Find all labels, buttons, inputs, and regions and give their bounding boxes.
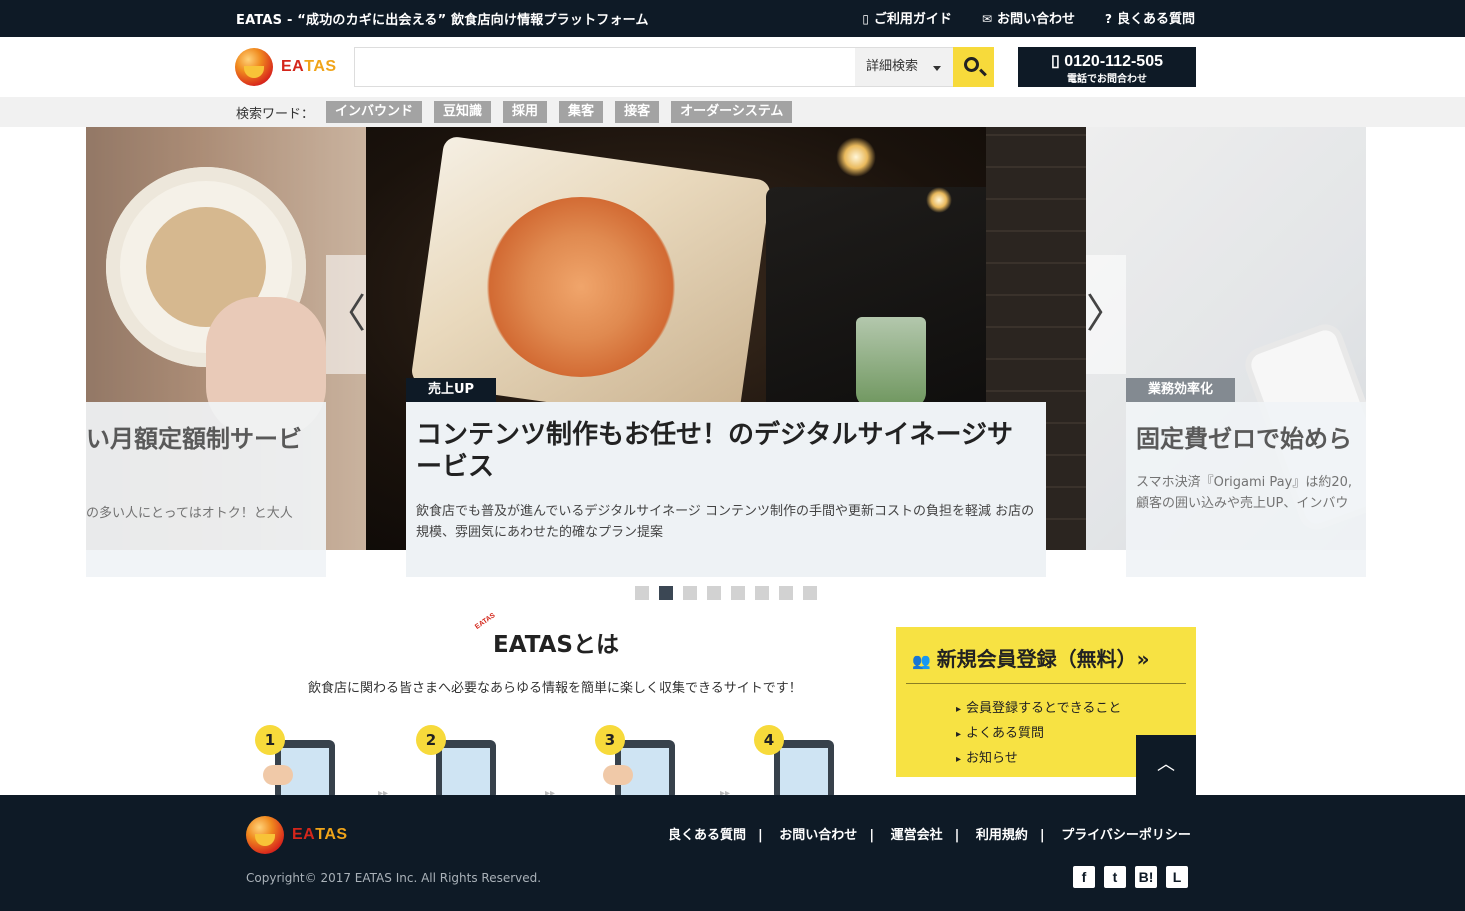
- hero-carousel: い月額定額制サービ の多い人にとってはオトク！と大人 売上UP コンテンツ制作も…: [0, 127, 1465, 600]
- slide-category-badge-right: 業務効率化: [1126, 378, 1236, 402]
- carousel-dot[interactable]: [659, 586, 673, 600]
- register-link[interactable]: よくある質問: [956, 722, 1121, 747]
- logo-text: EATAS: [281, 58, 337, 75]
- tablet-icon: [436, 740, 496, 800]
- back-to-top-button[interactable]: ︿: [1136, 735, 1196, 795]
- search-box: 詳細検索: [354, 47, 994, 87]
- footer-link-privacy[interactable]: プライバシーポリシー: [1061, 828, 1191, 843]
- register-link[interactable]: お知らせ: [956, 747, 1121, 772]
- question-icon: ?: [1105, 12, 1112, 26]
- site-tagline: EATAS - “成功のカギに出会える” 飲食店向け情報プラットフォーム: [236, 13, 649, 28]
- carousel-dot[interactable]: [707, 586, 721, 600]
- hatena-icon[interactable]: B!: [1135, 866, 1157, 888]
- keyword-tag[interactable]: 豆知識: [434, 101, 492, 123]
- phone-contact-button[interactable]: ▯ 0120-112-505 電話でお問合わせ: [1018, 47, 1196, 87]
- step-3: 3: [595, 725, 685, 800]
- mail-icon: ✉: [981, 12, 992, 26]
- tablet-icon: [774, 740, 834, 800]
- carousel-pagination: [635, 586, 817, 600]
- footer-logo[interactable]: EATAS: [246, 816, 348, 854]
- slide-desc-left: の多い人にとってはオトク！と大人: [86, 506, 293, 521]
- slide-title-left: い月額定額制サービ: [86, 425, 302, 453]
- slide-desc-right: スマホ決済『Origami Pay』は約20, 顧客の囲い込みや売上UP、インバウ: [1136, 475, 1353, 511]
- keyword-tag[interactable]: 集客: [559, 101, 604, 123]
- users-icon: 👥: [912, 652, 931, 670]
- carousel-dot[interactable]: [803, 586, 817, 600]
- faq-link[interactable]: ? 良くある質問: [1105, 8, 1195, 27]
- carousel-dot[interactable]: [755, 586, 769, 600]
- about-description: 飲食店に関わる皆さまへ必要なあらゆる情報を簡単に楽しく収集できるサイトです！: [308, 681, 802, 696]
- top-bar: EATAS - “成功のカギに出会える” 飲食店向け情報プラットフォーム ▯ ご利…: [0, 0, 1465, 37]
- search-icon: [964, 57, 979, 72]
- search-input[interactable]: [355, 48, 855, 86]
- step-2: 2: [416, 725, 506, 800]
- twitter-icon[interactable]: t: [1104, 866, 1126, 888]
- advanced-search-dropdown[interactable]: 詳細検索: [855, 48, 953, 86]
- header: EATAS 詳細検索 ▯ 0120-112-505 電話でお問合わせ: [0, 37, 1465, 97]
- footer-links: 良くある質問 | お問い合わせ | 運営会社 | 利用規約 | プライバシーポリシー: [668, 828, 1191, 843]
- logo-mark-icon: [235, 48, 273, 86]
- register-links: 会員登録するとできること よくある質問 お知らせ: [956, 697, 1121, 772]
- slide-title-right: 固定費ゼロで始めら: [1136, 425, 1352, 453]
- slide-card-main[interactable]: コンテンツ制作もお任せ！のデジタルサイネージサービス 飲食店でも普及が進んでいる…: [406, 402, 1046, 577]
- keyword-tag[interactable]: 採用: [503, 101, 548, 123]
- step-number: 2: [416, 725, 446, 755]
- carousel-dot[interactable]: [635, 586, 649, 600]
- slide-card-right[interactable]: 固定費ゼロで始めら スマホ決済『Origami Pay』は約20, 顧客の囲い込み…: [1126, 402, 1366, 577]
- keyword-tag[interactable]: オーダーシステム: [671, 101, 793, 123]
- slide-card-left[interactable]: い月額定額制サービ の多い人にとってはオトク！と大人: [86, 402, 326, 577]
- slide-category-badge: 売上UP: [406, 378, 497, 402]
- step-4: 4: [754, 725, 844, 800]
- phone-number: ▯ 0120-112-505: [1050, 53, 1163, 70]
- copyright: Copyright© 2017 EATAS Inc. All Rights Re…: [246, 871, 542, 885]
- footer-link-contact[interactable]: お問い合わせ: [779, 828, 857, 843]
- register-button[interactable]: 👥 新規会員登録（無料）»: [912, 643, 1150, 672]
- footer-link-terms[interactable]: 利用規約: [976, 828, 1028, 843]
- footer-link-company[interactable]: 運営会社: [891, 828, 943, 843]
- carousel-dot[interactable]: [731, 586, 745, 600]
- footer: EATAS 良くある質問 | お問い合わせ | 運営会社 | 利用規約 | プライバシー…: [0, 795, 1465, 911]
- carousel-prev-button[interactable]: 〈: [326, 255, 366, 374]
- keyword-tag[interactable]: インバウンド: [326, 101, 423, 123]
- step-number: 1: [255, 725, 285, 755]
- register-link[interactable]: 会員登録するとできること: [956, 697, 1121, 722]
- keyword-tag[interactable]: 接客: [615, 101, 660, 123]
- logo-text: EATAS: [292, 826, 348, 843]
- keyword-label: 検索ワード：: [236, 107, 315, 122]
- logo-mark-icon: [246, 816, 284, 854]
- guide-link[interactable]: ▯ ご利用ガイド: [862, 8, 952, 27]
- top-links: ▯ ご利用ガイド ✉ お問い合わせ ? 良くある質問: [862, 8, 1195, 27]
- contact-link[interactable]: ✉ お問い合わせ: [982, 8, 1075, 27]
- step-number: 4: [754, 725, 784, 755]
- site-logo[interactable]: EATAS: [235, 48, 337, 86]
- keyword-bar: 検索ワード： インバウンド 豆知識 採用 集客 接客 オーダーシステム: [0, 97, 1465, 127]
- step-1: 1: [255, 725, 345, 800]
- book-icon: ▯: [862, 12, 869, 26]
- phone-sub-label: 電話でお問合わせ: [1067, 74, 1147, 85]
- about-title: EATASとは: [493, 632, 619, 658]
- social-links: f t B! L: [1073, 866, 1188, 888]
- footer-link-faq[interactable]: 良くある質問: [668, 828, 746, 843]
- carousel-next-button[interactable]: 〉: [1086, 255, 1126, 374]
- line-icon[interactable]: L: [1166, 866, 1188, 888]
- carousel-dot[interactable]: [683, 586, 697, 600]
- facebook-icon[interactable]: f: [1073, 866, 1095, 888]
- step-number: 3: [595, 725, 625, 755]
- slide-title-main: コンテンツ制作もお任せ！のデジタルサイネージサービス: [416, 420, 1013, 482]
- keyword-tags: インバウンド 豆知識 採用 集客 接客 オーダーシステム: [326, 101, 793, 123]
- search-button[interactable]: [953, 47, 994, 87]
- slide-desc-main: 飲食店でも普及が進んでいるデジタルサイネージ コンテンツ制作の手間や更新コストの…: [416, 504, 1035, 540]
- carousel-dot[interactable]: [779, 586, 793, 600]
- divider: [906, 683, 1186, 684]
